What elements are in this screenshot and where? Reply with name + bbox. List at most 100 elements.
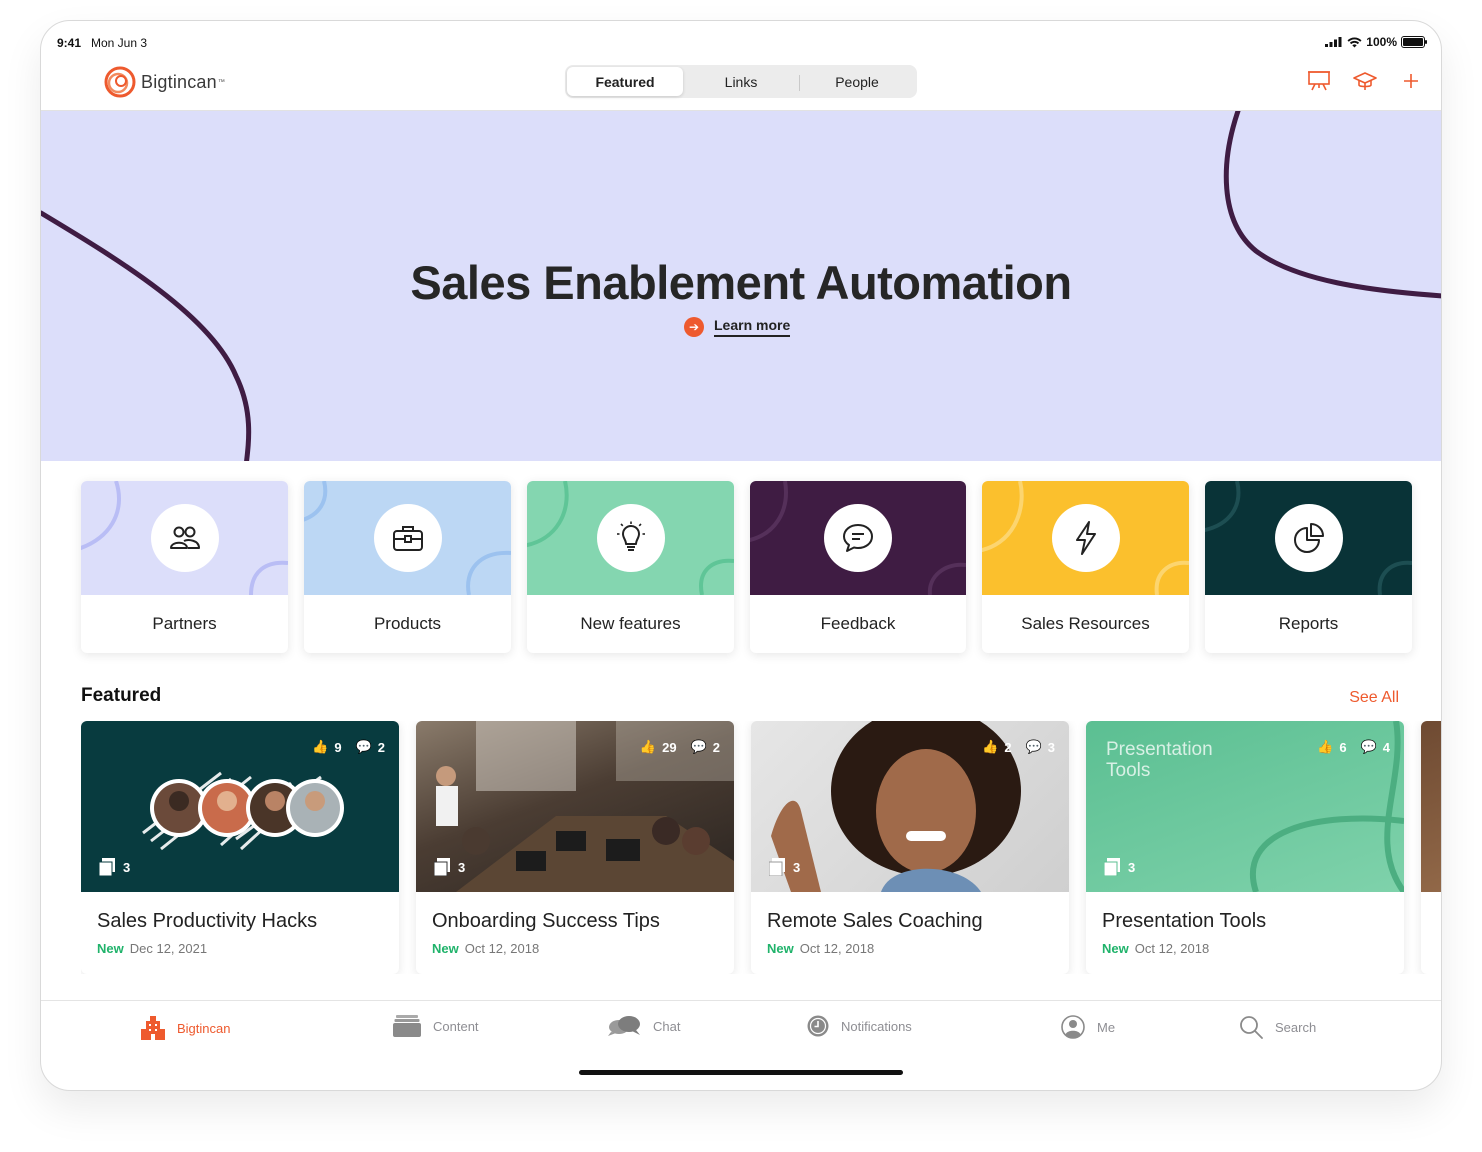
file-count: 3 (1104, 858, 1135, 876)
hero-banner[interactable]: Sales Enablement Automation ➔ Learn more (41, 111, 1441, 461)
featured-card[interactable]: 👍 2 💬 3 3 Remote Sales Coaching New Oct 12,… (751, 721, 1069, 974)
category-label: Feedback (820, 614, 896, 633)
category-header (81, 481, 288, 595)
comment-icon: 💬 (690, 739, 707, 754)
category-header (527, 481, 734, 595)
category-feedback[interactable]: Feedback (750, 481, 966, 653)
people-icon (169, 526, 200, 549)
category-sales-resources[interactable]: Sales Resources (982, 481, 1189, 653)
card-meta: New Oct 12, 2018 (767, 941, 874, 956)
category-header (750, 481, 966, 595)
featured-card[interactable]: 👍 29 💬 2 3 Onboarding Success Tips New Oct … (416, 721, 734, 974)
card-date: Oct 12, 2018 (1134, 941, 1210, 956)
likes-count: 9 (334, 739, 342, 755)
featured-carousel[interactable]: 👍 9 💬 2 3 Sales Productivity Hacks New Dec … (81, 721, 1441, 974)
tabbar-item-search[interactable]: Search (1239, 1015, 1316, 1039)
category-icon-circle (824, 504, 892, 572)
tabbar-item-me[interactable]: Me (1061, 1015, 1115, 1039)
category-header (1205, 481, 1412, 595)
card-stats: 👍 29 💬 2 (640, 739, 720, 755)
learn-more-label: Learn more (714, 317, 791, 337)
learn-more-link[interactable]: ➔ Learn more (684, 317, 791, 337)
wifi-icon (1347, 37, 1362, 47)
category-icon-circle (596, 504, 665, 572)
learning-button[interactable] (1353, 69, 1377, 93)
card-title: Onboarding Success Tips (432, 910, 660, 932)
tabbar-item-content[interactable]: Content (393, 1015, 479, 1037)
category-partners[interactable]: Partners (81, 481, 288, 653)
likes-count: 6 (1339, 739, 1347, 755)
add-button[interactable] (1399, 69, 1423, 93)
see-all-link[interactable]: See All (1349, 689, 1399, 707)
category-label: Sales Resources (1021, 614, 1150, 633)
file-count-value: 3 (458, 859, 466, 875)
file-count-value: 3 (1128, 859, 1136, 875)
category-reports[interactable]: Reports (1205, 481, 1412, 653)
thumbs-up-icon: 👍 (639, 739, 657, 754)
bottom-tab-bar: Bigtincan Content Chat Notifications Me … (41, 1000, 1441, 1090)
logo-trademark: ™ (217, 78, 225, 86)
comment-icon: 💬 (1360, 739, 1377, 754)
category-label: Partners (152, 614, 217, 633)
top-nav: Bigtincan ™ Featured Links People (41, 61, 1441, 111)
card-stats: 👍 2 💬 3 (982, 739, 1055, 755)
featured-card[interactable]: 👍 9 💬 2 3 Sales Productivity Hacks New Dec … (81, 721, 399, 974)
tab-featured[interactable]: Featured (567, 67, 683, 96)
card-date: Oct 12, 2018 (799, 941, 875, 956)
likes-count: 2 (1004, 739, 1012, 755)
tabbar-item-notifications[interactable]: Notifications (807, 1015, 912, 1037)
user-icon (1061, 1015, 1085, 1039)
file-count: 3 (434, 858, 465, 876)
status-bar: 9:41 Mon Jun 3 100% (41, 21, 1441, 61)
tabbar-item-chat[interactable]: Chat (607, 1015, 680, 1037)
battery-icon (1401, 36, 1427, 48)
comments-count: 2 (377, 739, 385, 755)
comment-icon: 💬 (1025, 739, 1042, 754)
home-indicator[interactable] (579, 1070, 903, 1075)
tab-links[interactable]: Links (683, 67, 799, 96)
category-new-features[interactable]: New features (527, 481, 734, 653)
clock-icon (807, 1015, 829, 1037)
comments-count: 4 (1382, 739, 1390, 755)
category-products[interactable]: Products (304, 481, 511, 653)
card-media: 👍 2 💬 3 3 (751, 721, 1069, 892)
featured-card-partial[interactable] (1421, 721, 1441, 974)
thumbs-up-icon: 👍 (1317, 739, 1334, 754)
ipad-frame: 9:41 Mon Jun 3 100% Bigtincan ™ Featured … (40, 20, 1442, 1091)
card-title: Presentation Tools (1102, 910, 1267, 932)
graduation-cap-icon (1353, 72, 1377, 90)
top-actions (1307, 69, 1423, 93)
new-badge: New (1102, 941, 1129, 956)
new-badge: New (97, 941, 124, 956)
card-meta: New Oct 12, 2018 (1102, 941, 1209, 956)
card-media (1421, 721, 1441, 892)
featured-heading: Featured (81, 685, 162, 706)
card-title: Remote Sales Coaching (767, 910, 983, 932)
category-grid: Partners Products New features Feedback … (81, 481, 1413, 653)
category-header (982, 481, 1189, 595)
category-header (304, 481, 511, 595)
featured-card[interactable]: Presentation Tools 👍 6 💬 4 3 Presentation … (1086, 721, 1404, 974)
arrow-right-icon: ➔ (684, 317, 704, 337)
segment-divider (799, 75, 800, 91)
document-stack-icon (769, 858, 785, 876)
new-badge: New (432, 941, 459, 956)
tabbar-label: Me (1097, 1019, 1116, 1035)
app-logo[interactable]: Bigtincan ™ (103, 65, 225, 99)
card-title: Sales Productivity Hacks (97, 910, 318, 932)
category-icon-circle (373, 504, 442, 572)
card-media: Presentation Tools 👍 6 💬 4 3 (1086, 721, 1404, 892)
logo-text: Bigtincan (141, 71, 217, 92)
tabbar-label: Chat (653, 1018, 681, 1034)
tab-people[interactable]: People (799, 67, 915, 96)
chat-bubble-icon (843, 524, 873, 552)
tabbar-item-bigtincan[interactable]: Bigtincan (141, 1015, 230, 1041)
building-icon (141, 1016, 165, 1040)
status-date: Mon Jun 3 (91, 36, 148, 50)
card-meta: New Oct 12, 2018 (432, 941, 539, 956)
file-count: 3 (99, 858, 130, 876)
presentation-button[interactable] (1307, 69, 1331, 93)
presentation-icon (1308, 71, 1330, 91)
battery-percent: 100% (1366, 35, 1397, 49)
segmented-control: Featured Links People (565, 65, 917, 98)
